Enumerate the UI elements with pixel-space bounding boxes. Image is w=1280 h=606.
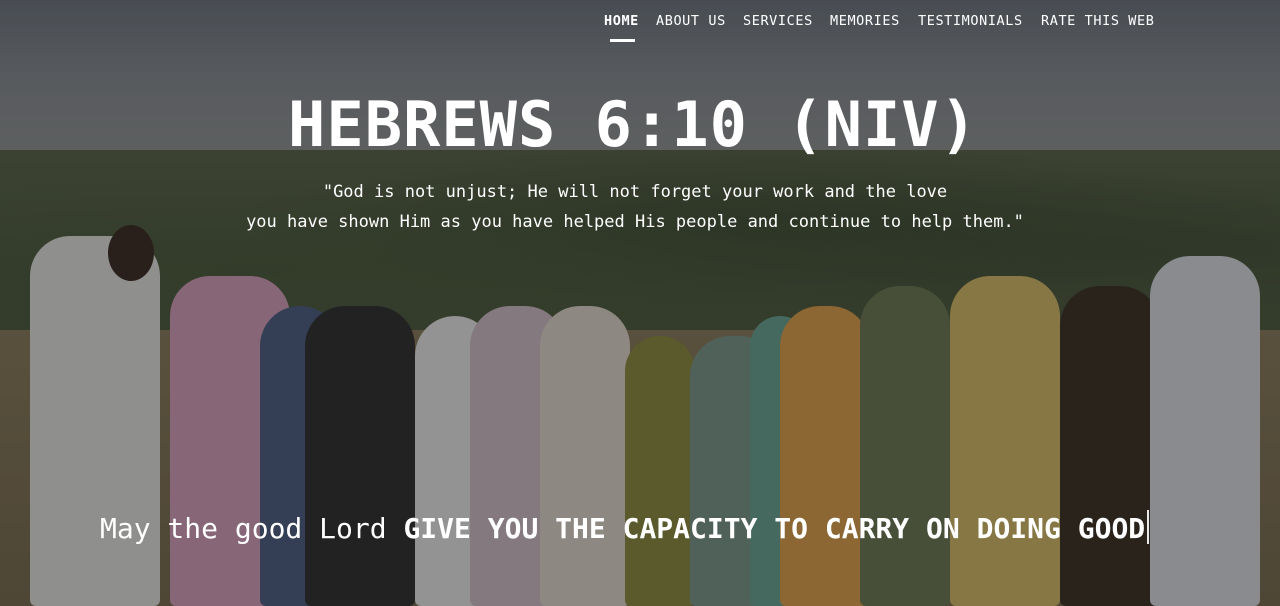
nav-item-services[interactable]: SERVICES bbox=[743, 13, 813, 29]
tagline-lead: May the good Lord bbox=[100, 512, 387, 545]
tagline-emphasis: GIVE YOU THE CAPACITY TO CARRY ON DOING … bbox=[403, 512, 1146, 545]
nav-item-home[interactable]: HOME bbox=[604, 13, 639, 29]
nav-active-indicator bbox=[610, 39, 635, 42]
hero-tagline: May the good Lord GIVE YOU THE CAPACITY … bbox=[100, 510, 1150, 545]
hero-quote-line-2: you have shown Him as you have helped Hi… bbox=[246, 212, 1024, 232]
nav-item-memories[interactable]: MEMORIES bbox=[830, 13, 900, 29]
nav-item-testimonials[interactable]: TESTIMONIALS bbox=[918, 13, 1023, 29]
typing-cursor bbox=[1147, 510, 1150, 544]
hero-title: HEBREWS 6:10 (NIV) bbox=[288, 88, 978, 161]
nav-item-rate-this-web[interactable]: RATE THIS WEB bbox=[1041, 13, 1154, 29]
hero-quote-line-1: "God is not unjust; He will not forget y… bbox=[322, 182, 948, 202]
nav-item-about-us[interactable]: ABOUT US bbox=[656, 13, 726, 29]
